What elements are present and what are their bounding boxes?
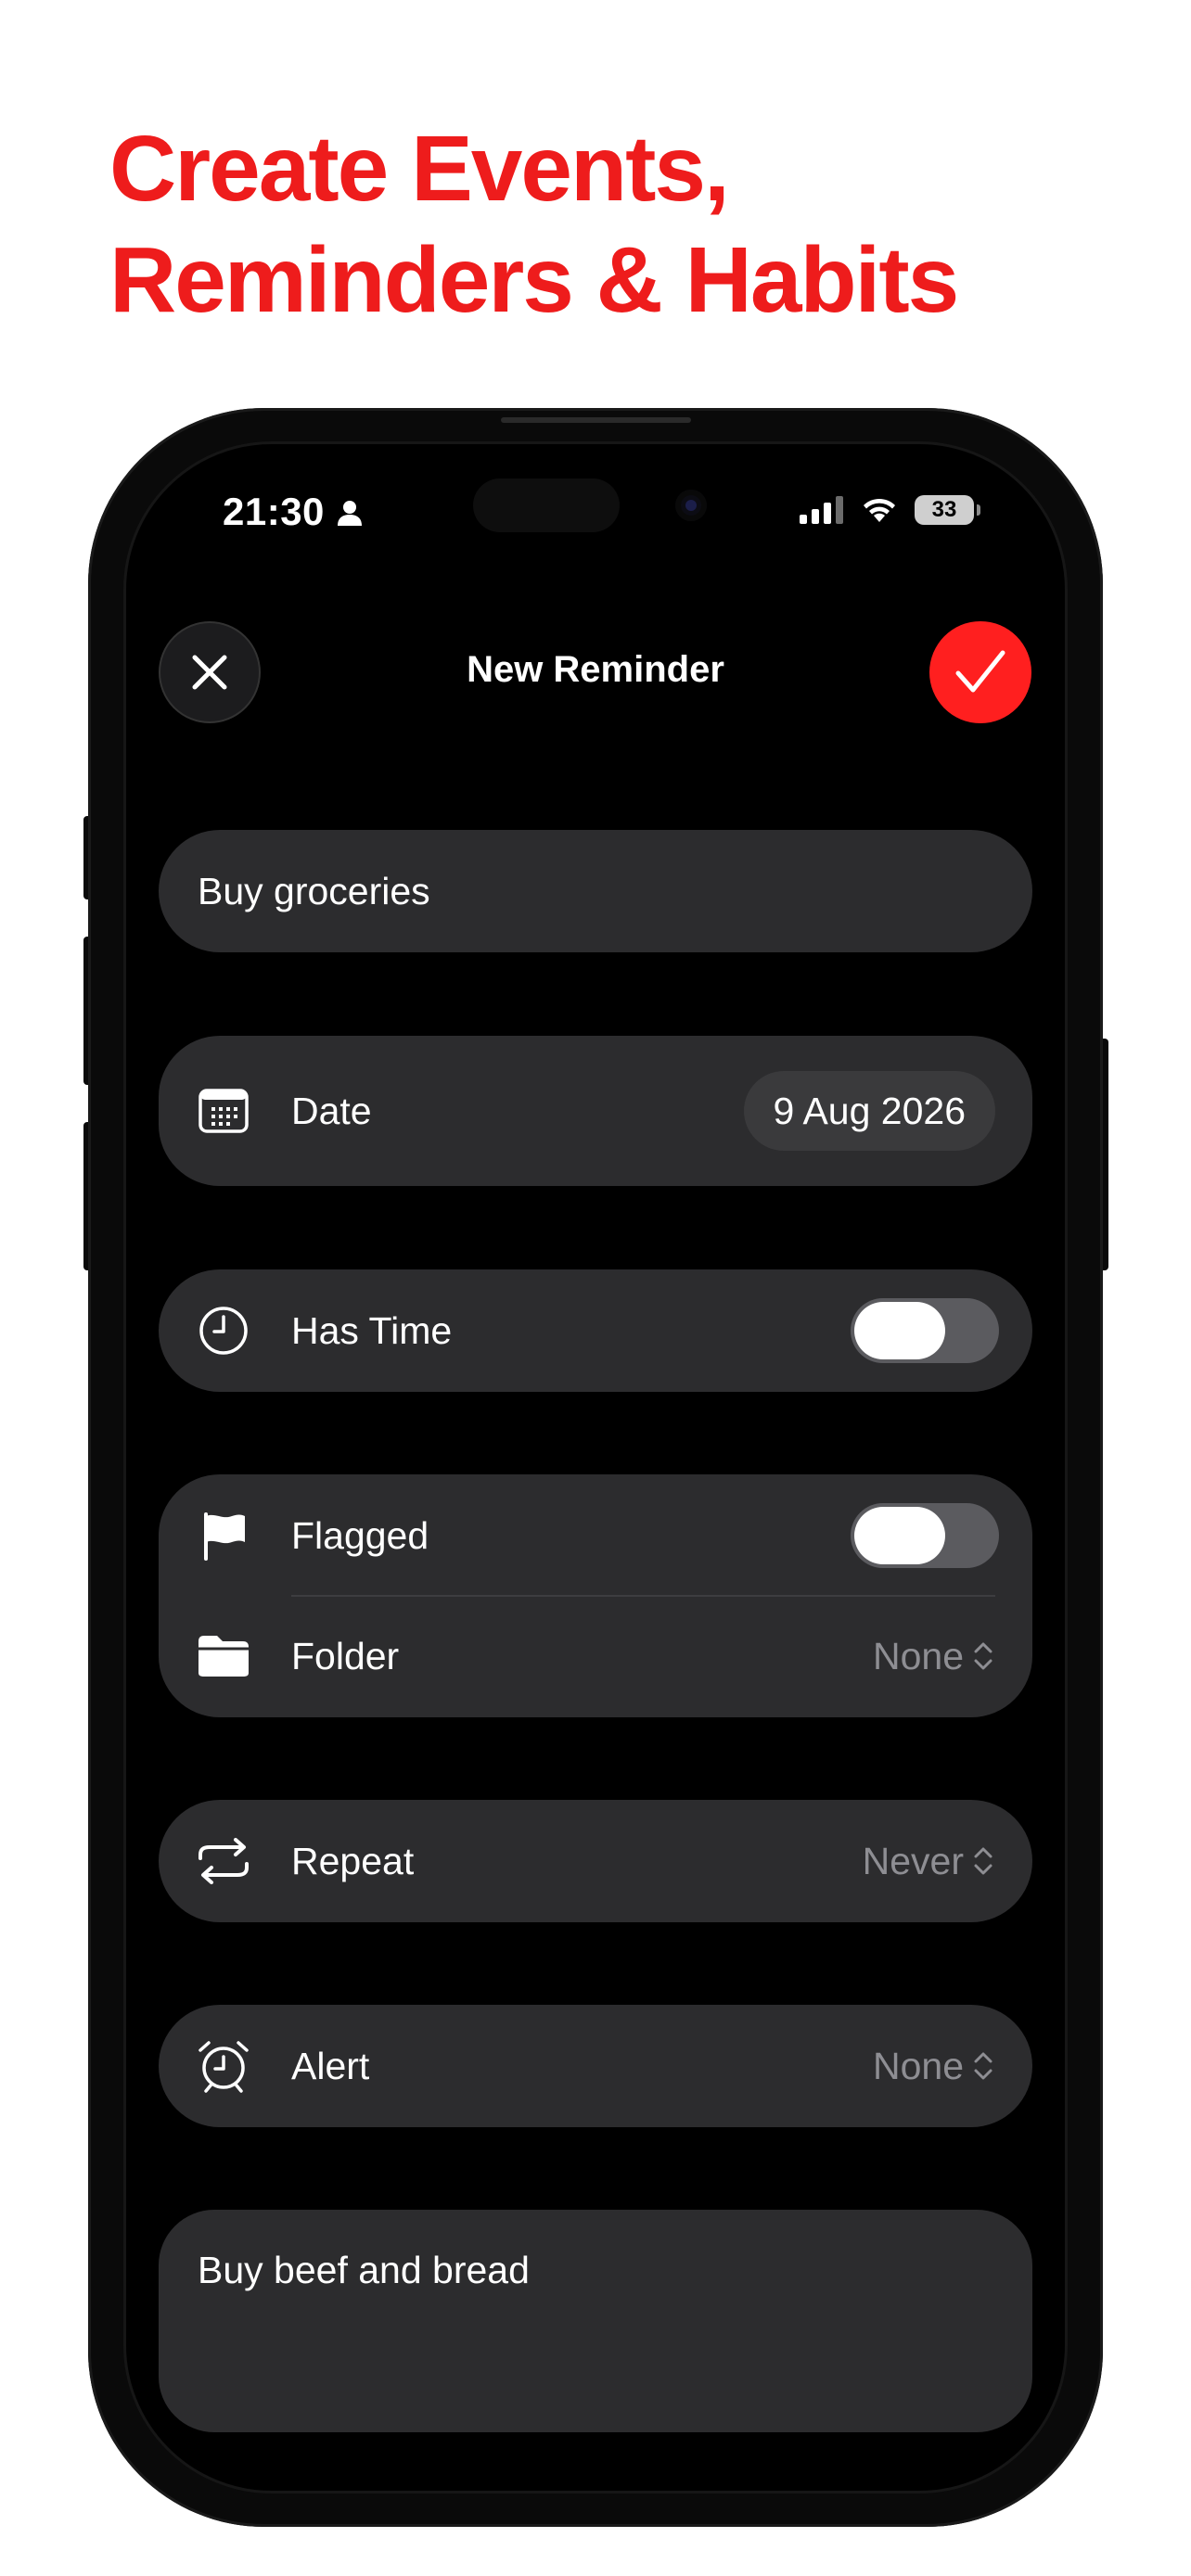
cellular-signal-icon — [800, 496, 843, 524]
chevron-updown-icon — [974, 1847, 992, 1875]
date-row: Date 9 Aug 2026 — [159, 1036, 1032, 1186]
reminder-title-field[interactable]: Buy groceries — [159, 830, 1032, 952]
flagged-row: Flagged — [159, 1474, 1032, 1597]
has-time-toggle[interactable] — [851, 1298, 999, 1363]
notes-value: Buy beef and bread — [198, 2249, 530, 2291]
has-time-row: Has Time — [159, 1269, 1032, 1392]
front-camera — [675, 490, 707, 521]
folder-value[interactable]: None — [873, 1635, 993, 1678]
calendar-icon — [196, 1083, 251, 1139]
alert-label: Alert — [291, 2044, 370, 2087]
alert-value[interactable]: None — [873, 2045, 993, 2088]
alarm-icon — [196, 2038, 251, 2094]
repeat-row[interactable]: Repeat Never — [159, 1800, 1032, 1922]
status-indicators: 33 — [800, 495, 980, 525]
chevron-updown-icon — [974, 2052, 992, 2080]
clock-icon — [196, 1303, 251, 1358]
flag-folder-card: Flagged Folder None — [159, 1474, 1032, 1717]
status-time: 21:30 — [223, 490, 325, 533]
chevron-updown-icon — [974, 1642, 992, 1670]
date-card: Date 9 Aug 2026 — [159, 1036, 1032, 1186]
dynamic-island — [473, 478, 620, 532]
alert-value-text: None — [872, 2044, 964, 2087]
reminder-title-value: Buy groceries — [198, 870, 430, 912]
date-label: Date — [291, 1089, 372, 1132]
headline-line-2: Reminders & Habits — [109, 228, 959, 332]
flagged-toggle[interactable] — [851, 1503, 999, 1568]
speaker-slit — [501, 417, 691, 423]
folder-icon — [196, 1628, 251, 1684]
date-picker-button[interactable]: 9 Aug 2026 — [743, 1071, 995, 1151]
wifi-icon — [864, 498, 895, 522]
headline-line-1: Create Events, — [109, 117, 730, 221]
marketing-headline: Create Events, Reminders & Habits — [109, 113, 959, 336]
flagged-label: Flagged — [291, 1513, 429, 1557]
folder-label: Folder — [291, 1634, 400, 1677]
checkmark-icon — [955, 650, 1005, 693]
flag-icon — [196, 1508, 251, 1563]
notes-field[interactable]: Buy beef and bread — [159, 2210, 1032, 2432]
save-button[interactable] — [929, 621, 1031, 723]
repeat-label: Repeat — [291, 1839, 415, 1882]
repeat-card: Repeat Never — [159, 1800, 1032, 1922]
battery-indicator: 33 — [915, 495, 980, 525]
alert-card: Alert None — [159, 2005, 1032, 2127]
has-time-card: Has Time — [159, 1269, 1032, 1392]
repeat-value-text: Never — [862, 1839, 964, 1882]
folder-value-text: None — [872, 1634, 964, 1677]
repeat-icon — [196, 1833, 251, 1889]
folder-row[interactable]: Folder None — [159, 1595, 1032, 1717]
phone-screen — [123, 441, 1068, 2493]
repeat-value[interactable]: Never — [863, 1840, 993, 1883]
alert-row[interactable]: Alert None — [159, 2005, 1032, 2127]
person-icon — [338, 501, 362, 526]
has-time-label: Has Time — [291, 1308, 453, 1352]
